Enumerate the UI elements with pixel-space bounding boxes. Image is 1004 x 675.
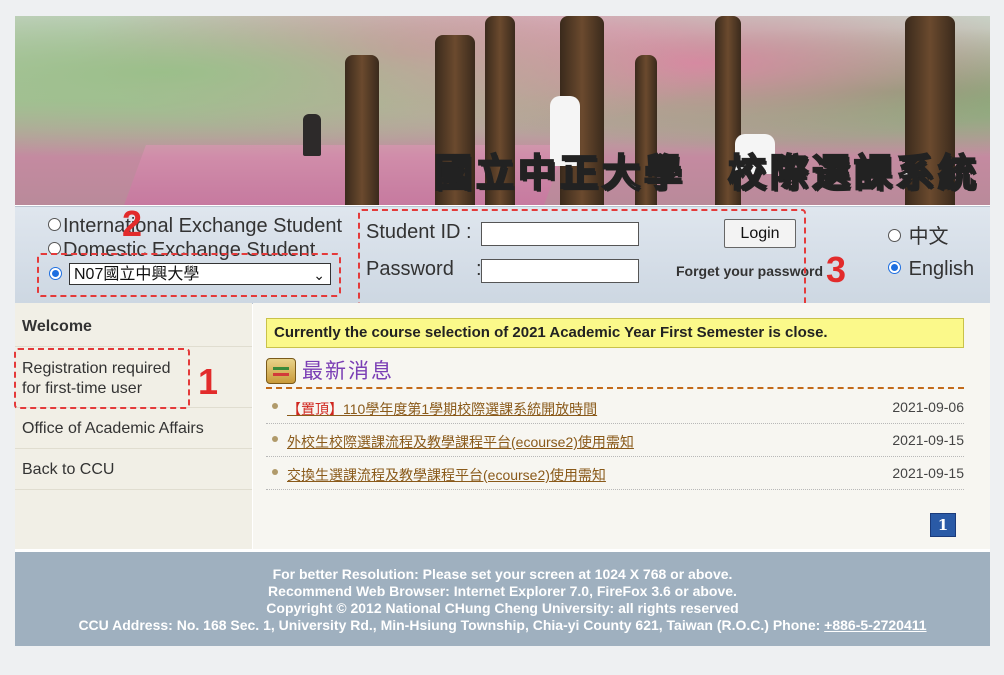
sidebar-item-label: Back to CCU [22, 461, 115, 478]
sidebar-item-academic-affairs[interactable]: Office of Academic Affairs [15, 408, 252, 449]
banner-title: 國立中正大學 校際選課系統 [433, 149, 980, 196]
news-header: 最新消息 [266, 355, 964, 389]
sidebar-item-welcome[interactable]: Welcome [15, 303, 252, 347]
annotation-number-2: 2 [122, 203, 143, 244]
footer-browser: Recommend Web Browser: Internet Explorer… [268, 583, 737, 599]
list-item: 【置頂】110學年度第1學期校際選課系統開放時間 2021-09-06 [266, 390, 964, 424]
banner-tree-trunk [345, 55, 379, 205]
footer: For better Resolution: Please set your s… [15, 552, 990, 646]
banner-image: 國立中正大學 校際選課系統 [15, 16, 990, 205]
sidebar-item-label: Office of Academic Affairs [22, 420, 204, 437]
radio-icon[interactable] [48, 218, 61, 232]
radio-icon[interactable] [888, 261, 901, 275]
footer-address: CCU Address: No. 168 Sec. 1, University … [15, 617, 990, 633]
bullet-icon [272, 469, 278, 475]
sidebar: Welcome Registration required for first-… [14, 303, 252, 549]
page-number-button[interactable]: 1 [930, 513, 956, 537]
footer-address-text: CCU Address: No. 168 Sec. 1, University … [78, 617, 825, 633]
radio-icon[interactable] [888, 229, 901, 243]
lang-zh-option[interactable]: 中文 [888, 220, 949, 249]
news-link[interactable]: 外校生校際選課流程及教學課程平台(ecourse2)使用需知 [287, 432, 634, 452]
news-date: 2021-09-06 [892, 399, 964, 415]
annotation-box-2 [37, 253, 341, 297]
sidebar-item-back-to-ccu[interactable]: Back to CCU [15, 449, 252, 490]
sidebar-item-label: Welcome [22, 318, 92, 335]
news-date: 2021-09-15 [892, 465, 964, 481]
radio-international-label: International Exchange Student [63, 215, 343, 237]
annotation-box-1 [14, 348, 190, 409]
footer-resolution: For better Resolution: Please set your s… [272, 566, 733, 582]
banner-person [303, 114, 321, 156]
news-link[interactable]: 交換生選課流程及教學課程平台(ecourse2)使用需知 [287, 465, 606, 485]
course-selection-notice: Currently the course selection of 2021 A… [266, 318, 964, 348]
lang-en-label: English [908, 258, 975, 280]
radio-international[interactable]: International Exchange Student [48, 215, 342, 238]
news-heading: 最新消息 [302, 359, 394, 383]
annotation-number-1: 1 [198, 361, 219, 402]
lang-zh-label: 中文 [908, 226, 949, 248]
footer-copyright: Copyright © 2012 National CHung Cheng Un… [266, 600, 739, 616]
lang-en-option[interactable]: English [888, 258, 974, 281]
annotation-box-3 [358, 209, 806, 307]
bullet-icon [272, 436, 278, 442]
footer-phone-link[interactable]: +886-5-2720411 [824, 617, 926, 633]
login-bar: International Exchange Student Domestic … [15, 203, 990, 307]
main-content: Currently the course selection of 2021 A… [253, 303, 990, 549]
news-link[interactable]: 【置頂】110學年度第1學期校際選課系統開放時間 [287, 399, 597, 419]
list-item: 外校生校際選課流程及教學課程平台(ecourse2)使用需知 2021-09-1… [266, 423, 964, 457]
news-title: 110學年度第1學期校際選課系統開放時間 [343, 401, 598, 417]
news-date: 2021-09-15 [892, 432, 964, 448]
bullet-icon [272, 403, 278, 409]
news-scroll-icon [266, 358, 296, 384]
pinned-tag: 【置頂】 [287, 401, 343, 417]
list-item: 交換生選課流程及教學課程平台(ecourse2)使用需知 2021-09-15 [266, 456, 964, 490]
annotation-number-3: 3 [826, 249, 847, 290]
